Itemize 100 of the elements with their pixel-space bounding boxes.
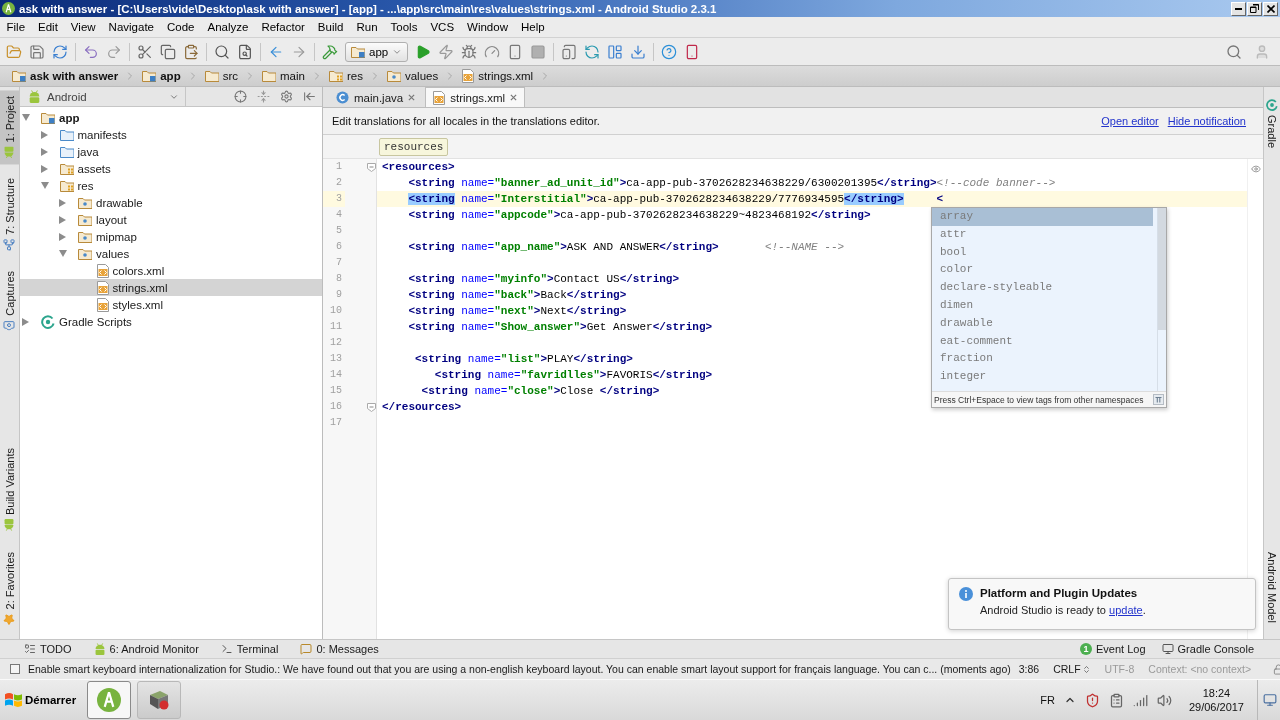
tool-window-tab[interactable]: 1 Event Log [1080, 643, 1146, 655]
editor-tab[interactable]: strings.xml [425, 87, 526, 107]
monitor-icon[interactable] [1263, 693, 1277, 707]
tree-item[interactable]: Gradle Scripts [22, 313, 132, 330]
tree-item[interactable]: drawable [59, 194, 143, 211]
tool-window-tab[interactable]: 0: Messages [300, 643, 379, 655]
completion-item[interactable]: dimen [932, 297, 1153, 315]
menu-item[interactable]: File [0, 20, 32, 34]
triangle-down-icon[interactable] [22, 114, 30, 121]
completion-item[interactable]: bool [932, 243, 1153, 262]
tool-window-tab[interactable]: Gradle [1262, 93, 1280, 155]
completion-item[interactable]: fraction [932, 350, 1153, 369]
menu-item[interactable]: Tools [384, 20, 424, 34]
completion-item[interactable]: integer [932, 368, 1153, 386]
language-indicator[interactable]: FR [1040, 694, 1055, 706]
scissors-icon[interactable] [137, 43, 153, 60]
file-search-icon[interactable] [237, 43, 253, 60]
tree-item[interactable]: app [22, 109, 80, 126]
menu-item[interactable]: Navigate [102, 20, 161, 34]
fold-marker-icon[interactable] [367, 402, 376, 412]
caret-position[interactable]: 3:86 [1018, 663, 1040, 675]
breadcrumb-item[interactable]: strings.xml [458, 69, 538, 83]
tool-window-tab[interactable]: Terminal [220, 643, 279, 655]
close-icon[interactable] [408, 94, 416, 101]
stop-icon[interactable] [530, 43, 547, 60]
editor-tab[interactable]: main.java [328, 87, 424, 107]
devices-icon[interactable] [561, 43, 578, 60]
completion-item[interactable]: attr [932, 225, 1153, 244]
completion-item[interactable]: declare-styleable [932, 279, 1153, 297]
triangle-right-icon[interactable] [59, 232, 66, 241]
play-icon[interactable] [415, 43, 432, 60]
sync-icon[interactable] [584, 43, 601, 60]
pi-icon[interactable] [1153, 394, 1164, 405]
tree-item[interactable]: values [59, 245, 130, 262]
signal-bars-icon[interactable] [1132, 692, 1148, 708]
clipboard-icon[interactable] [1108, 692, 1124, 708]
line-separator-selector[interactable]: CRLF [1053, 663, 1091, 675]
settings-icon[interactable] [280, 90, 293, 103]
undo-icon[interactable] [83, 43, 99, 60]
breadcrumb-item[interactable]: res [324, 70, 367, 82]
breadcrumb-item[interactable]: values [382, 70, 443, 82]
tree-item[interactable]: colors.xml [77, 262, 165, 279]
paste-icon[interactable] [183, 43, 199, 60]
fold-marker-icon[interactable] [367, 162, 376, 172]
crosshair-icon[interactable] [234, 90, 247, 103]
eye-icon[interactable] [1250, 164, 1261, 174]
close-icon[interactable] [510, 94, 518, 101]
triangle-right-icon[interactable] [59, 198, 66, 207]
completion-item[interactable]: color [932, 261, 1153, 280]
taskbar-button[interactable] [137, 681, 182, 719]
menu-item[interactable]: VCS [423, 20, 461, 34]
tool-window-tab[interactable]: 2: Favorites [0, 545, 19, 631]
download-icon[interactable] [630, 43, 647, 60]
search-icon[interactable] [214, 43, 230, 60]
tool-window-tab[interactable]: 7: Structure [0, 172, 19, 258]
search-icon[interactable] [1226, 43, 1242, 60]
copy-icon[interactable] [160, 43, 176, 60]
menu-item[interactable]: Build [311, 20, 350, 34]
minimize-button[interactable] [1231, 1, 1246, 16]
speaker-icon[interactable] [1156, 692, 1172, 708]
shield-alert-icon[interactable] [1084, 692, 1100, 708]
restore-button[interactable] [1247, 1, 1262, 16]
tool-window-tab[interactable]: Captures [0, 265, 19, 338]
menu-item[interactable]: Refactor [254, 20, 312, 34]
triangle-down-icon[interactable] [59, 250, 67, 257]
redo-icon[interactable] [106, 43, 122, 60]
menu-item[interactable]: View [64, 20, 103, 34]
triangle-down-icon[interactable] [40, 182, 49, 189]
triangle-right-icon[interactable] [40, 147, 48, 156]
tree-item[interactable]: styles.xml [77, 296, 163, 313]
breadcrumb-item[interactable]: src [200, 70, 242, 82]
menu-item[interactable]: Analyze [200, 20, 255, 34]
menu-item[interactable]: Window [460, 20, 515, 34]
folder-icon[interactable] [6, 43, 22, 60]
tree-item[interactable]: strings.xml [20, 279, 322, 296]
help-icon[interactable] [661, 43, 678, 60]
menu-item[interactable]: Run [349, 20, 385, 34]
tree-item[interactable]: assets [40, 160, 111, 177]
tool-window-tab[interactable]: Gradle Console [1161, 643, 1254, 655]
completion-item[interactable]: drawable [932, 314, 1153, 333]
tree-item[interactable]: java [40, 143, 99, 160]
tree-item[interactable]: mipmap [59, 228, 137, 245]
breadcrumb-item[interactable]: main [258, 70, 309, 82]
tree-item[interactable]: layout [59, 211, 127, 228]
tree-item[interactable]: manifests [40, 126, 127, 143]
hammer-icon[interactable] [322, 43, 338, 60]
collapse-icon[interactable] [257, 90, 270, 103]
bug-icon[interactable] [461, 43, 478, 60]
panels-icon[interactable] [607, 43, 624, 60]
run-config-selector[interactable]: app [345, 41, 409, 62]
triangle-right-icon[interactable] [59, 215, 66, 224]
tool-window-tab[interactable]: 6: Android Monitor [93, 643, 199, 655]
triangle-right-icon[interactable] [22, 317, 29, 326]
tree-item[interactable]: res [40, 177, 94, 194]
scrollbar-thumb[interactable] [1158, 208, 1166, 330]
banner-link[interactable]: Hide notification [1167, 115, 1246, 127]
banner-link[interactable]: Open editor [1101, 115, 1159, 127]
gauge-icon[interactable] [484, 43, 501, 60]
start-button[interactable]: Démarrer [0, 682, 82, 718]
menu-item[interactable]: Edit [31, 20, 65, 34]
